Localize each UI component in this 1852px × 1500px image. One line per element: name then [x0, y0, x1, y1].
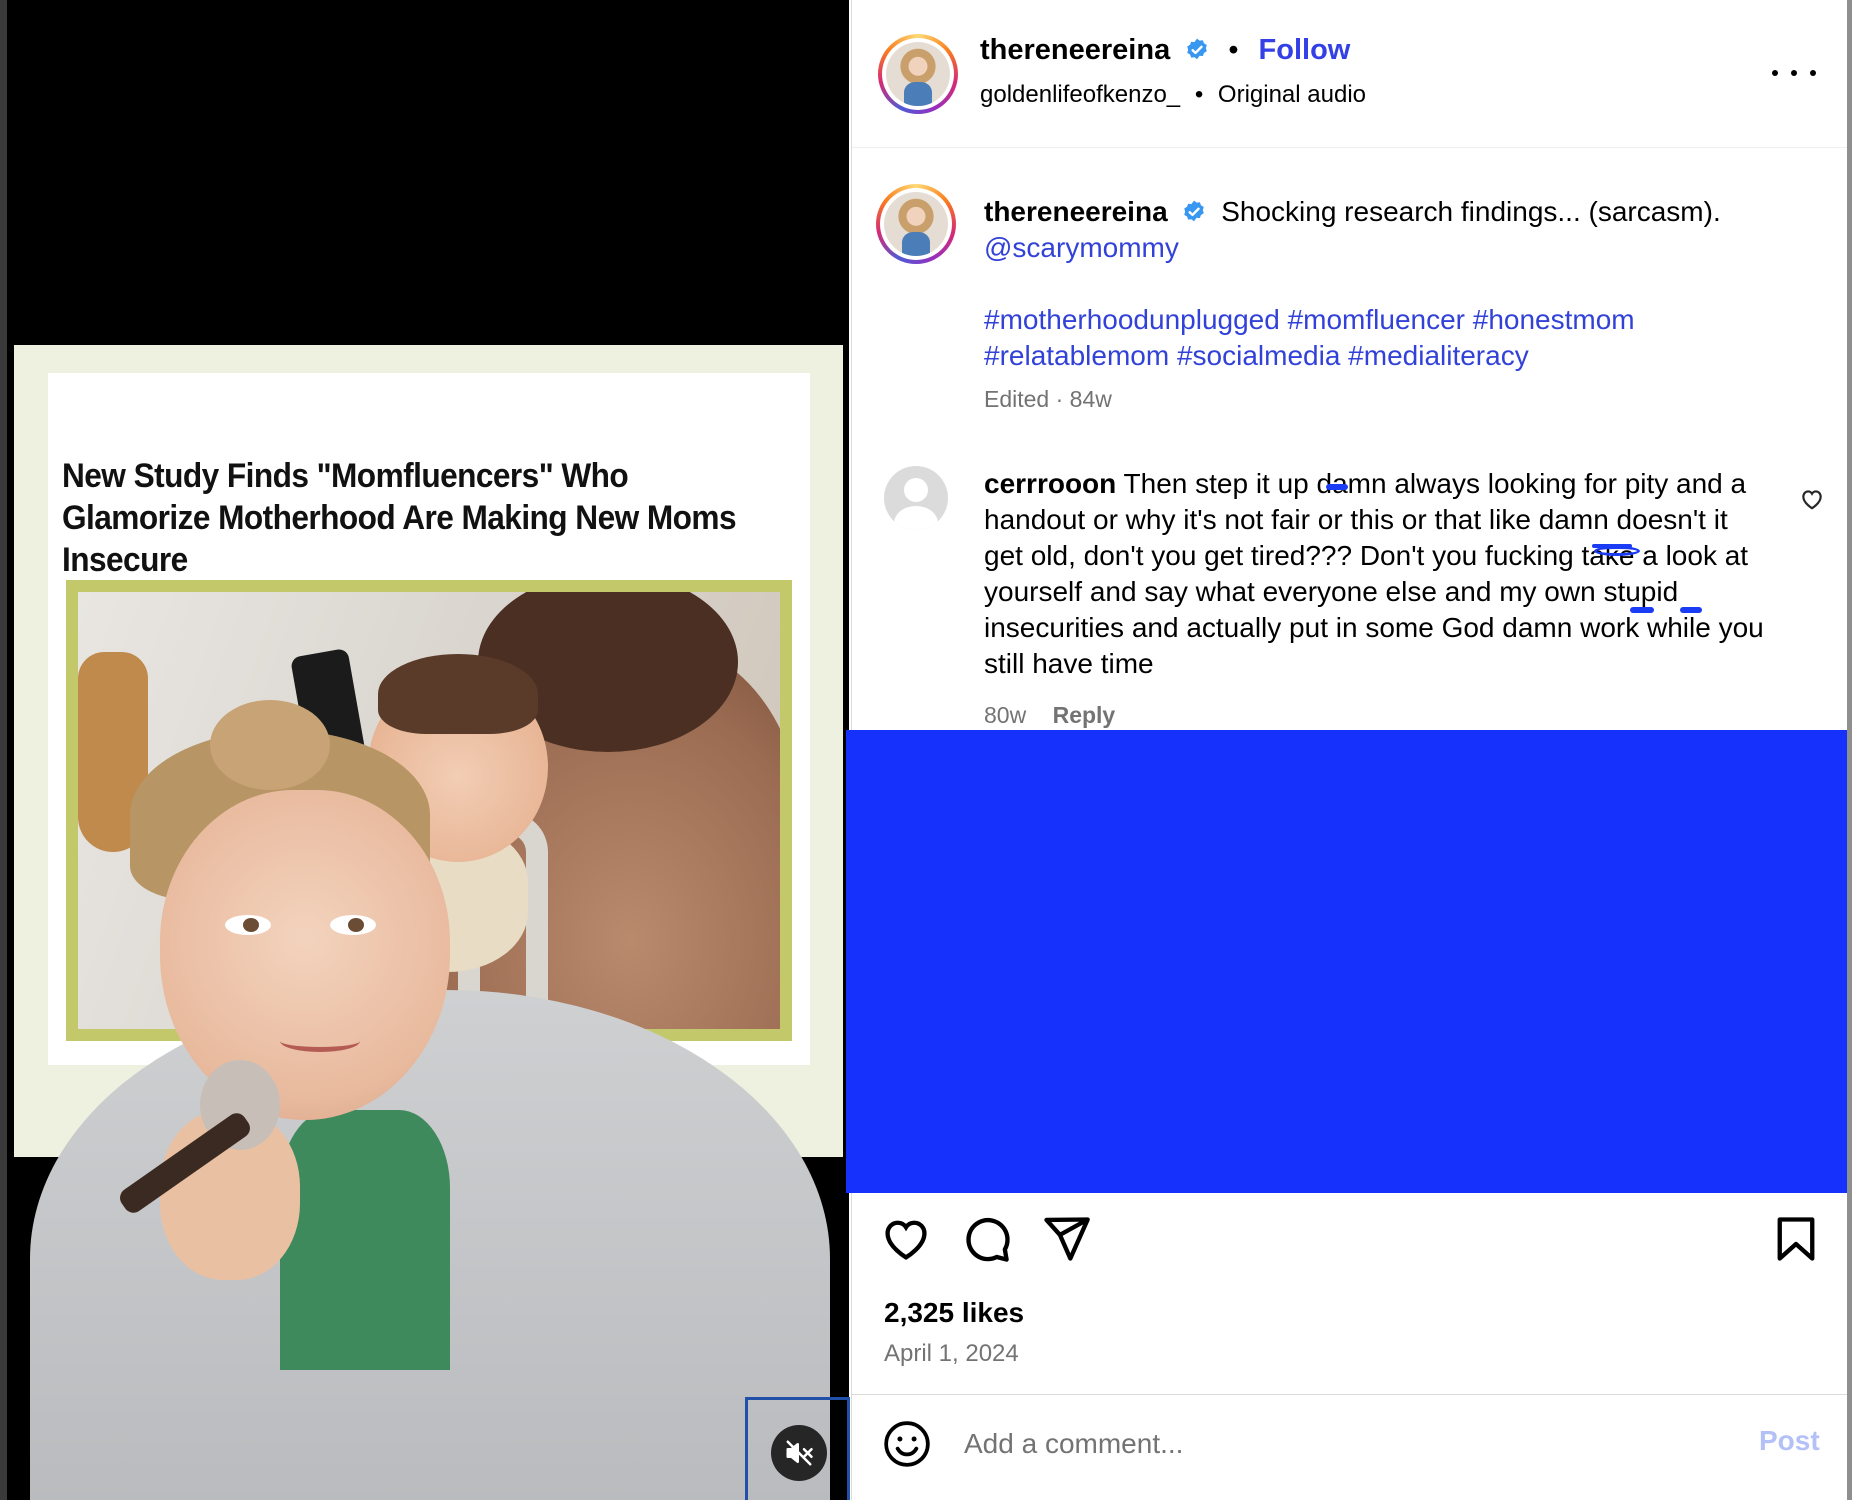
more-options-icon[interactable] — [1772, 58, 1816, 88]
header-separator: • — [1228, 34, 1239, 66]
window-edge — [1847, 0, 1852, 1500]
caption-text: Shocking research findings... (sarcasm). — [1221, 196, 1721, 227]
caption-text-block: thereneereina Shocking research findings… — [984, 194, 1784, 266]
audio-username[interactable]: goldenlifeofkenzo_ — [980, 81, 1180, 108]
hashtags-line-1[interactable]: #motherhoodunplugged #momfluencer #hones… — [984, 302, 1784, 338]
redaction-scribble — [1592, 544, 1632, 548]
comment-bubble-icon[interactable] — [960, 1213, 1012, 1265]
original-audio-link[interactable]: Original audio — [1218, 81, 1366, 108]
comment-text-block: cerrrooon Then step it up damn always lo… — [984, 466, 1774, 682]
likes-count[interactable]: 2,325 likes — [884, 1297, 1024, 1329]
post-actions: 2,325 likes April 1, 2024 — [852, 1193, 1848, 1393]
caption-hashtags: #motherhoodunplugged #momfluencer #hones… — [984, 302, 1784, 374]
caption-username[interactable]: thereneereina — [984, 196, 1168, 227]
comment-input[interactable] — [964, 1421, 1664, 1467]
creator-video-figure — [0, 700, 849, 1500]
redaction-scribble — [1630, 607, 1654, 613]
emoji-icon[interactable] — [882, 1419, 932, 1469]
post-date: April 1, 2024 — [884, 1340, 1019, 1367]
reply-button[interactable]: Reply — [1053, 702, 1116, 728]
commenter-avatar[interactable] — [884, 466, 948, 530]
author-avatar[interactable] — [878, 34, 958, 114]
verified-badge-icon — [1184, 200, 1205, 222]
follow-button[interactable]: Follow — [1259, 34, 1351, 66]
redaction-overlay — [846, 730, 1852, 1193]
redaction-scribble — [1326, 484, 1348, 490]
caption-author-avatar[interactable] — [876, 184, 956, 264]
bookmark-icon[interactable] — [1770, 1213, 1822, 1265]
audio-separator: • — [1194, 81, 1204, 108]
commenter-username[interactable]: cerrrooon — [984, 468, 1116, 499]
speaker-muted-icon[interactable] — [771, 1425, 827, 1481]
author-username[interactable]: thereneereina — [980, 34, 1170, 66]
verified-badge-icon — [1187, 38, 1208, 60]
post-header: thereneereina • Follow goldenlifeofkenzo… — [852, 0, 1848, 148]
paper-plane-icon[interactable] — [1040, 1213, 1092, 1265]
post-button[interactable]: Post — [1759, 1425, 1820, 1457]
article-headline: New Study Finds "Momfluencers" Who Glamo… — [62, 457, 737, 579]
caption-meta: Edited · 84w — [984, 386, 1112, 412]
redaction-scribble — [1680, 607, 1702, 613]
caption-mention[interactable]: @scarymommy — [984, 232, 1179, 263]
add-comment-bar: Post — [852, 1394, 1848, 1500]
comment-item: cerrrooon Then step it up damn always lo… — [852, 458, 1848, 728]
hashtags-line-2[interactable]: #relatablemom #socialmedia #medialiterac… — [984, 338, 1784, 374]
audio-line: goldenlifeofkenzo_ • Original audio — [980, 81, 1366, 109]
heart-icon[interactable] — [880, 1213, 932, 1265]
comment-meta: 80w Reply — [984, 702, 1115, 729]
comment-text: Then step it up damn always looking for … — [984, 468, 1764, 679]
video-player[interactable]: New Study Finds "Momfluencers" Who Glamo… — [0, 0, 849, 1500]
comment-age: 80w — [984, 702, 1027, 728]
author-line: thereneereina • Follow — [980, 34, 1350, 67]
comment-like-heart-icon[interactable] — [1798, 486, 1826, 512]
